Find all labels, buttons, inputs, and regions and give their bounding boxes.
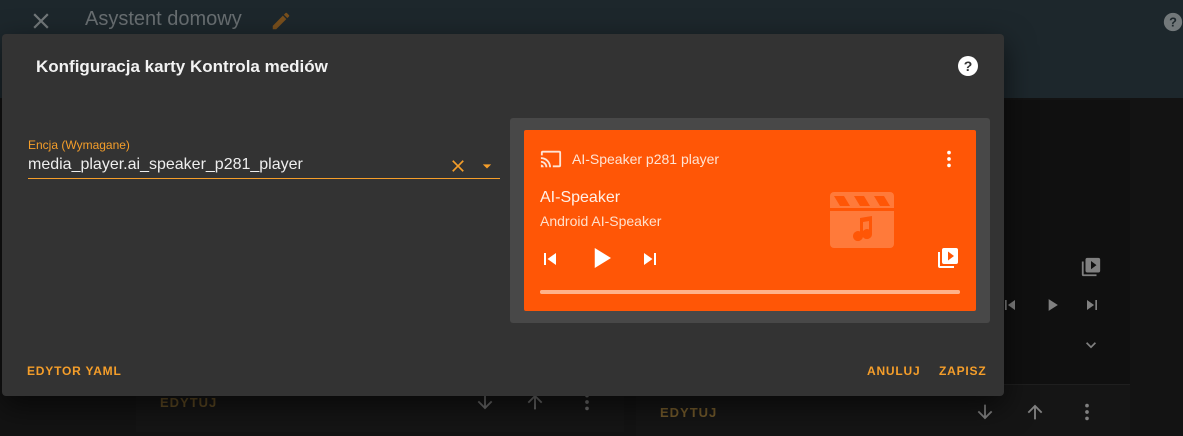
play-icon[interactable] [586,242,616,274]
progress-bar[interactable] [540,290,960,294]
clear-icon[interactable] [448,156,468,176]
entity-input[interactable]: media_player.ai_speaker_p281_player [28,156,303,174]
more-vert-icon[interactable] [938,148,960,170]
skip-previous-icon[interactable] [538,247,562,271]
media-title: AI-Speaker [540,189,621,206]
playlist-play-icon[interactable] [936,246,960,270]
dialog-title: Konfiguracja karty Kontrola mediów [36,57,328,76]
card-preview: AI-Speaker p281 player AI-Speaker Androi… [510,118,990,323]
progress-fill [540,290,960,294]
cancel-button[interactable]: ANULUJ [867,364,920,378]
yaml-editor-button[interactable]: EDYTOR YAML [27,364,122,378]
media-control-card: AI-Speaker p281 player AI-Speaker Androi… [524,130,976,311]
entity-field-label: Encja (Wymagane) [28,138,130,152]
svg-text:?: ? [964,58,973,74]
dropdown-icon[interactable] [477,156,497,176]
save-button[interactable]: ZAPISZ [939,364,986,378]
cast-icon [540,150,562,168]
card-config-dialog: Konfiguracja karty Kontrola mediów ? Enc… [2,34,1004,396]
entity-field-underline [28,178,500,179]
help-icon[interactable]: ? [956,54,980,78]
movie-icon [830,192,894,248]
skip-next-icon[interactable] [638,247,662,271]
media-artist: Android AI-Speaker [540,213,662,229]
player-name[interactable]: AI-Speaker p281 player [572,151,719,167]
